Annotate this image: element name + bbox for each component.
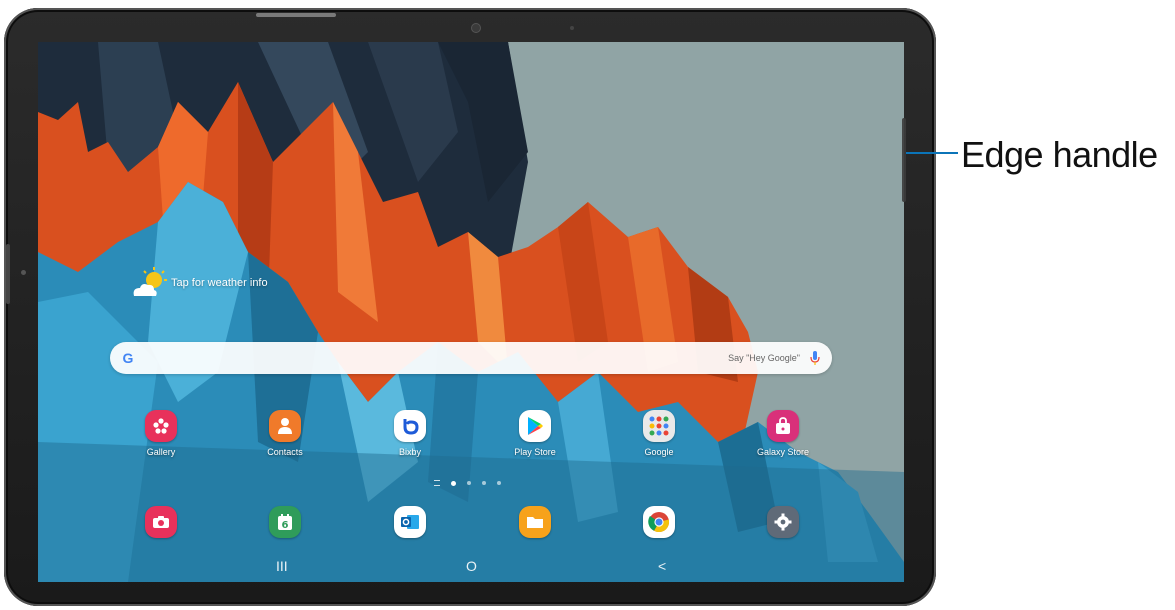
page-dot-active [451, 480, 456, 486]
weather-widget[interactable]: Tap for weather info [130, 266, 268, 300]
google-folder-icon [643, 410, 675, 442]
google-search-bar[interactable]: G Say "Hey Google" [110, 342, 832, 374]
light-sensor [570, 26, 574, 30]
search-hint: Say "Hey Google" [728, 353, 800, 363]
gallery-icon [145, 410, 177, 442]
page-indicator[interactable] [434, 480, 501, 486]
wallpaper [38, 42, 904, 582]
weather-text: Tap for weather info [171, 277, 268, 289]
play-store-icon [519, 410, 551, 442]
my-files-icon [519, 506, 551, 538]
home-page-indicator [434, 480, 440, 486]
app-galaxy-store[interactable]: Galaxy Store [743, 410, 823, 457]
side-button [6, 244, 10, 304]
calendar-icon: 6 [269, 506, 301, 538]
callout-line [906, 152, 958, 154]
page-dot [467, 481, 471, 485]
app-label: Galaxy Store [756, 447, 810, 457]
app-gallery[interactable]: Gallery [121, 410, 201, 457]
camera-icon [145, 506, 177, 538]
app-chrome[interactable] [619, 506, 699, 538]
app-label: Contacts [267, 447, 303, 457]
galaxy-store-icon [767, 410, 799, 442]
app-my-files[interactable] [495, 506, 575, 538]
page-dot [482, 481, 486, 485]
app-play-store[interactable]: Play Store [495, 410, 575, 457]
front-camera [472, 24, 480, 32]
app-label: Play Store [514, 447, 556, 457]
calendar-date: 6 [282, 520, 289, 531]
app-label: Bixby [398, 447, 421, 457]
app-google-folder[interactable]: Google [619, 410, 699, 457]
app-label: Google [644, 447, 674, 457]
weather-icon [133, 267, 167, 296]
callout-label: Edge handle [961, 134, 1158, 175]
stage: Tap for weather info G Say "Hey Google" … [0, 0, 1175, 610]
google-logo-icon: G [122, 350, 134, 366]
power-button [256, 13, 336, 17]
settings-icon [767, 506, 799, 538]
navigation-bar: III O < [38, 550, 904, 582]
home-screen: Tap for weather info G Say "Hey Google" … [38, 42, 904, 582]
app-camera[interactable] [121, 506, 201, 538]
app-calendar[interactable]: 6 [245, 506, 325, 538]
app-label: Gallery [146, 447, 176, 457]
back-button[interactable]: < [658, 558, 666, 574]
microphone-icon[interactable] [810, 351, 820, 365]
contacts-icon [269, 410, 301, 442]
page-dot [497, 481, 501, 485]
outlook-icon [394, 506, 426, 538]
home-button[interactable]: O [466, 558, 477, 574]
chrome-icon [643, 506, 675, 538]
edge-handle[interactable] [902, 118, 906, 202]
side-microphone [21, 270, 26, 275]
app-settings[interactable] [743, 506, 823, 538]
app-outlook[interactable] [370, 506, 450, 538]
app-contacts[interactable]: Contacts [245, 410, 325, 457]
app-bixby[interactable]: Bixby [370, 410, 450, 457]
recents-button[interactable]: III [276, 558, 288, 574]
bixby-icon [394, 410, 426, 442]
